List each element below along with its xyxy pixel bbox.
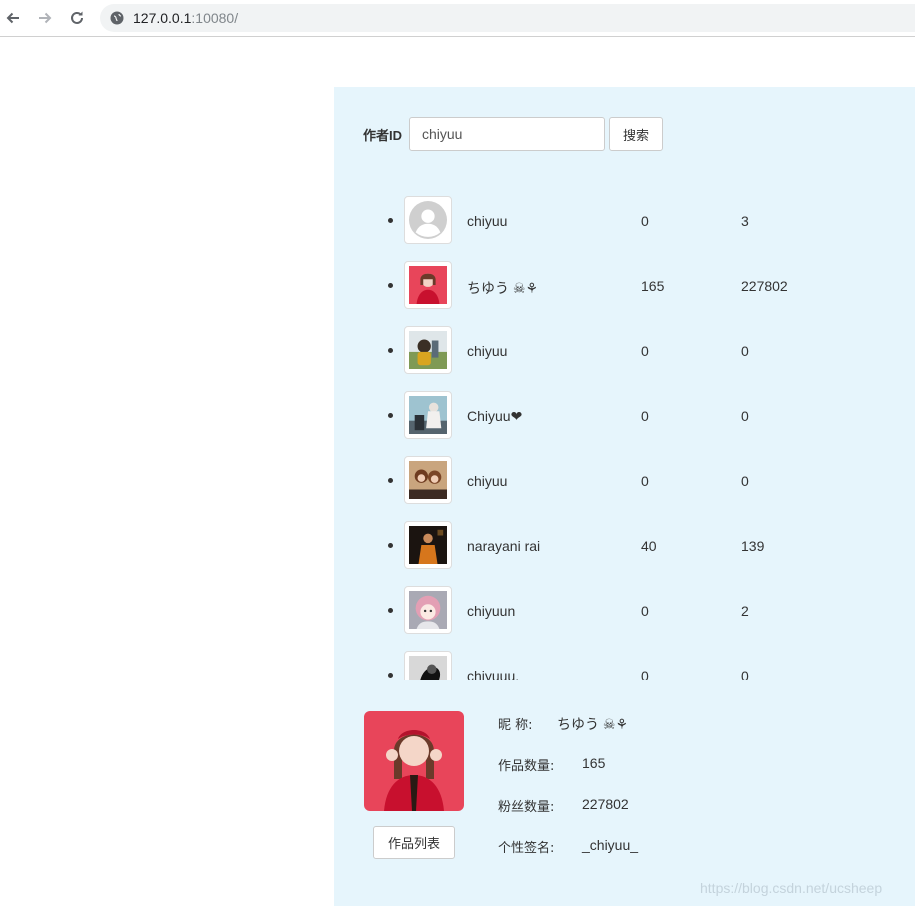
forward-button[interactable] — [35, 8, 55, 28]
avatar-photo-friends — [409, 461, 447, 499]
avatar[interactable] — [404, 391, 452, 439]
author-works-count: 0 — [641, 408, 649, 424]
reload-button[interactable] — [67, 8, 87, 28]
list-bullet — [388, 543, 393, 548]
fans-count-value: 227802 — [582, 796, 629, 812]
author-nickname: chiyuu — [467, 213, 508, 229]
author-list-item[interactable]: chiyuuu. 0 0 — [334, 646, 915, 680]
list-bullet — [388, 673, 393, 678]
avatar[interactable] — [404, 521, 452, 569]
browser-toolbar: 127.0.0.1:10080/ — [0, 0, 915, 37]
author-works-count: 40 — [641, 538, 657, 554]
author-works-count: 0 — [641, 213, 649, 229]
signature-label: 个性签名: — [498, 841, 555, 856]
author-works-count: 0 — [641, 343, 649, 359]
list-bullet — [388, 283, 393, 288]
url-text: 127.0.0.1:10080/ — [133, 10, 238, 26]
author-works-count: 0 — [641, 473, 649, 489]
author-nickname: chiyuun — [467, 603, 516, 619]
author-fans-count: 0 — [741, 473, 749, 489]
author-nickname: ちゆう ☠⚘ — [467, 280, 538, 296]
author-nickname: Chiyuu❤ — [467, 408, 523, 424]
signature-value: _chiyuu_ — [582, 837, 639, 853]
info-row-nickname: 昵 称: ちゆう ☠⚘ — [498, 714, 628, 733]
avatar-photo-outdoor — [409, 331, 447, 369]
info-row-signature: 个性签名: _chiyuu_ — [498, 837, 638, 856]
author-works-count: 0 — [641, 668, 649, 680]
list-bullet — [388, 608, 393, 613]
author-fans-count: 0 — [741, 343, 749, 359]
address-bar[interactable]: 127.0.0.1:10080/ — [100, 4, 915, 32]
avatar[interactable] — [404, 196, 452, 244]
author-nickname: chiyuu — [467, 343, 508, 359]
search-button[interactable]: 搜索 — [609, 117, 663, 151]
reload-icon — [71, 11, 83, 24]
nickname-value: ちゆう ☠⚘ — [557, 716, 628, 732]
works-count-value: 165 — [582, 755, 606, 771]
author-fans-count: 0 — [741, 668, 749, 680]
main-panel: 作者ID 搜索 chiyuu 0 3 — [334, 87, 915, 906]
author-list-item[interactable]: ちゆう ☠⚘ 165 227802 — [334, 256, 915, 321]
author-list-item[interactable]: chiyuu 0 3 — [334, 191, 915, 256]
author-list-item[interactable]: chiyuu 0 0 — [334, 321, 915, 386]
avatar-photo-red — [409, 266, 447, 304]
avatar-photo-anime — [409, 591, 447, 629]
author-fans-count: 0 — [741, 408, 749, 424]
author-list-item[interactable]: Chiyuu❤ 0 0 — [334, 386, 915, 451]
author-fans-count: 3 — [741, 213, 749, 229]
author-fans-count: 227802 — [741, 278, 788, 294]
selected-author-photo — [364, 711, 464, 811]
avatar[interactable] — [404, 261, 452, 309]
author-works-count: 0 — [641, 603, 649, 619]
back-button[interactable] — [3, 8, 23, 28]
works-list-button[interactable]: 作品列表 — [373, 826, 455, 859]
author-fans-count: 139 — [741, 538, 765, 554]
avatar[interactable] — [404, 586, 452, 634]
info-row-works: 作品数量: 165 — [498, 755, 605, 774]
fans-count-label: 粉丝数量: — [498, 800, 555, 815]
author-works-count: 165 — [641, 278, 665, 294]
url-port: :10080/ — [191, 10, 239, 26]
author-nickname: chiyuu — [467, 473, 508, 489]
list-bullet — [388, 478, 393, 483]
avatar-photo-dark — [409, 526, 447, 564]
arrow-right-icon — [39, 12, 52, 24]
author-id-label: 作者ID — [363, 128, 403, 143]
watermark-text: https://blog.csdn.net/ucsheep — [700, 880, 883, 896]
avatar[interactable] — [404, 456, 452, 504]
author-nickname: narayani rai — [467, 538, 541, 554]
author-fans-count: 2 — [741, 603, 749, 619]
author-list-item[interactable]: chiyuu 0 0 — [334, 451, 915, 516]
author-list: chiyuu 0 3 ちゆう ☠⚘ 165 227802 chiyuu 0 0 … — [334, 191, 915, 680]
default-avatar-icon — [409, 201, 447, 239]
author-list-item[interactable]: narayani rai 40 139 — [334, 516, 915, 581]
list-bullet — [388, 348, 393, 353]
list-bullet — [388, 218, 393, 223]
list-bullet — [388, 413, 393, 418]
avatar[interactable] — [404, 326, 452, 374]
avatar[interactable] — [404, 651, 452, 680]
works-count-label: 作品数量: — [498, 759, 555, 774]
nickname-label: 昵 称: — [498, 718, 533, 733]
arrow-left-icon — [6, 12, 19, 24]
author-list-item[interactable]: chiyuun 0 2 — [334, 581, 915, 646]
author-id-input[interactable] — [409, 117, 605, 151]
globe-icon — [110, 11, 124, 25]
avatar-photo-bw — [409, 656, 447, 680]
author-portrait-image — [364, 711, 464, 811]
url-host: 127.0.0.1 — [133, 10, 192, 26]
avatar-photo-room — [409, 396, 447, 434]
info-row-fans: 粉丝数量: 227802 — [498, 796, 629, 815]
author-nickname: chiyuuu. — [467, 668, 520, 680]
author-list-scroll[interactable]: chiyuu 0 3 ちゆう ☠⚘ 165 227802 chiyuu 0 0 … — [334, 191, 915, 680]
